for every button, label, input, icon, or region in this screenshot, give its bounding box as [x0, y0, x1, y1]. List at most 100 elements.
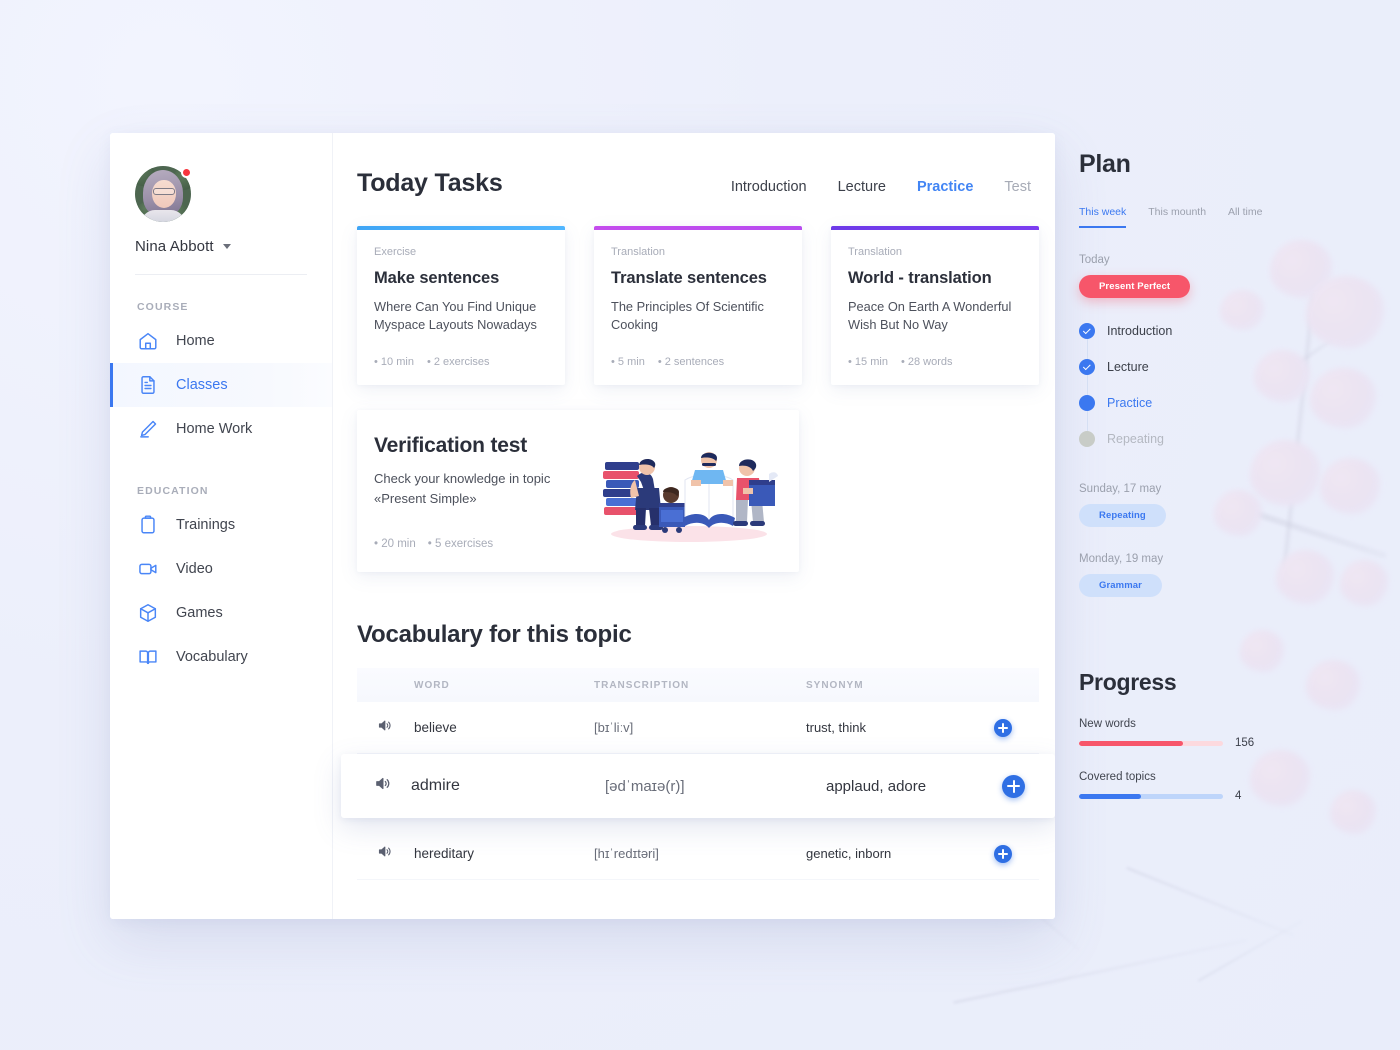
page-root: Nina Abbott COURSE Home Classes Home Wor… — [0, 0, 1400, 1050]
speaker-icon[interactable] — [374, 775, 411, 797]
tab-all-time[interactable]: All time — [1228, 206, 1262, 228]
video-icon — [137, 558, 159, 580]
table-row[interactable]: hereditary [hɪˈredɪtəri] genetic, inborn — [357, 828, 1039, 881]
add-word-button[interactable] — [994, 844, 1012, 863]
sidebar-item-trainings[interactable]: Trainings — [110, 503, 332, 547]
sidebar-item-video[interactable]: Video — [110, 547, 332, 591]
tab-test[interactable]: Test — [1004, 179, 1031, 195]
plan-chip-grammar[interactable]: Grammar — [1079, 574, 1162, 597]
task-card-description: Where Can You Find Unique Myspace Layout… — [374, 299, 537, 333]
verification-title: Verification test — [374, 434, 527, 458]
plan-step-lecture[interactable]: Lecture — [1079, 349, 1294, 385]
tab-lecture[interactable]: Lecture — [838, 179, 886, 195]
right-panel: Plan This week This mounth All time Toda… — [1079, 150, 1294, 802]
pending-step-dot-icon — [1079, 431, 1095, 447]
progress-fill — [1079, 793, 1141, 799]
plan-chip-present-perfect[interactable]: Present Perfect — [1079, 275, 1191, 298]
progress-row-new-words: 156 — [1079, 737, 1294, 749]
progress-label-covered-topics: Covered topics — [1079, 771, 1156, 783]
verification-text-block: Verification test Check your knowledge i… — [374, 434, 574, 550]
table-row[interactable]: admire [ədˈmaɪə(r)] applaud, adore — [341, 754, 1055, 819]
sidebar-item-label: Classes — [176, 377, 228, 393]
sidebar-section-education-title: EDUCATION — [137, 485, 209, 497]
plan-step-practice[interactable]: Practice — [1079, 385, 1294, 421]
sidebar-item-label: Trainings — [176, 517, 236, 533]
plan-day-sunday: Sunday, 17 may — [1079, 483, 1162, 495]
task-card[interactable]: Translation Translate sentences The Prin… — [594, 226, 802, 386]
table-row[interactable]: believe [bɪˈliːv] trust, think — [357, 702, 1039, 755]
task-duration: 10 min — [374, 356, 414, 368]
plan-chip-repeating[interactable]: Repeating — [1079, 504, 1166, 527]
check-icon — [1079, 323, 1095, 339]
progress-row-covered-topics: 4 — [1079, 790, 1294, 802]
vocab-synonym: applaud, adore — [826, 777, 927, 795]
task-card-description: Peace On Earth A Wonderful Wish But No W… — [848, 299, 1012, 333]
tab-practice[interactable]: Practice — [917, 179, 973, 195]
home-icon — [137, 330, 159, 352]
progress-track — [1079, 793, 1223, 799]
task-card-kicker: Exercise — [374, 246, 417, 258]
task-card[interactable]: Exercise Make sentences Where Can You Fi… — [357, 226, 565, 386]
lesson-tabs: Introduction Lecture Practice Test — [731, 179, 1031, 198]
vocabulary-table-header: WORD TRANSCRIPTION SYNONYM — [357, 668, 1039, 703]
task-count: 28 words — [901, 356, 953, 368]
plan-title: Plan — [1079, 150, 1131, 178]
task-card[interactable]: Translation World - translation Peace On… — [831, 226, 1039, 386]
sidebar-item-label: Video — [176, 561, 213, 577]
tab-introduction[interactable]: Introduction — [731, 179, 807, 195]
task-count: 2 sentences — [658, 356, 724, 368]
plan-step-repeating[interactable]: Repeating — [1079, 421, 1294, 457]
task-card-meta: 15 min 28 words — [848, 356, 1021, 368]
current-step-dot-icon — [1079, 395, 1095, 411]
sidebar-item-label: Vocabulary — [176, 649, 248, 665]
verification-test-card[interactable]: Verification test Check your knowledge i… — [357, 410, 799, 573]
plan-day-today: Today — [1079, 254, 1110, 266]
pencil-icon — [137, 418, 159, 440]
task-count: 2 exercises — [427, 356, 490, 368]
plan-step-label: Lecture — [1107, 360, 1149, 374]
page-title: Today Tasks — [357, 169, 503, 197]
column-header-synonym: SYNONYM — [806, 679, 864, 691]
task-card-title: Translate sentences — [611, 269, 767, 287]
plan-step-label: Repeating — [1107, 432, 1164, 446]
sidebar-item-label: Home — [176, 333, 215, 349]
vocab-transcription: [ədˈmaɪə(r)] — [605, 777, 685, 795]
tab-this-mounth[interactable]: This mounth — [1148, 206, 1206, 228]
task-card-meta: 10 min 2 exercises — [374, 356, 547, 368]
verification-duration: 20 min — [374, 538, 416, 550]
sidebar-item-classes[interactable]: Classes — [110, 363, 332, 407]
column-header-transcription: TRANSCRIPTION — [594, 679, 690, 691]
vocab-word: admire — [411, 777, 460, 795]
main-header: Today Tasks Introduction Lecture Practic… — [357, 169, 1039, 198]
user-menu[interactable]: Nina Abbott — [135, 238, 332, 255]
vocab-word: believe — [414, 720, 457, 736]
add-word-button[interactable] — [1002, 774, 1025, 798]
card-accent-bar — [357, 226, 565, 230]
sidebar: Nina Abbott COURSE Home Classes Home Wor… — [110, 133, 333, 919]
sidebar-item-games[interactable]: Games — [110, 591, 332, 635]
plan-step-introduction[interactable]: Introduction — [1079, 313, 1294, 349]
plan-step-list: Introduction Lecture Practice Repeating — [1079, 313, 1294, 457]
sidebar-item-vocabulary[interactable]: Vocabulary — [110, 635, 332, 679]
avatar[interactable] — [135, 166, 192, 222]
progress-fill — [1079, 740, 1183, 746]
sidebar-item-home[interactable]: Home — [110, 319, 332, 363]
add-word-button[interactable] — [994, 718, 1012, 737]
card-accent-bar — [831, 226, 1039, 230]
speaker-icon[interactable] — [377, 718, 414, 738]
vocabulary-title: Vocabulary for this topic — [357, 621, 632, 649]
main-content: Today Tasks Introduction Lecture Practic… — [333, 133, 1055, 919]
sidebar-item-home-work[interactable]: Home Work — [110, 407, 332, 451]
verification-count: 5 exercises — [428, 538, 493, 550]
task-card-description: The Principles Of Scientific Cooking — [611, 299, 764, 333]
verification-description: Check your knowledge in topic «Present S… — [374, 471, 551, 506]
speaker-icon[interactable] — [377, 844, 414, 864]
task-duration: 15 min — [848, 356, 888, 368]
column-header-word: WORD — [414, 679, 450, 691]
sidebar-item-label: Games — [176, 605, 223, 621]
plan-day-monday: Monday, 19 may — [1079, 553, 1164, 565]
task-card-kicker: Translation — [848, 246, 903, 258]
tab-this-week[interactable]: This week — [1079, 206, 1127, 228]
progress-value: 4 — [1235, 790, 1242, 802]
user-name: Nina Abbott — [135, 238, 214, 255]
